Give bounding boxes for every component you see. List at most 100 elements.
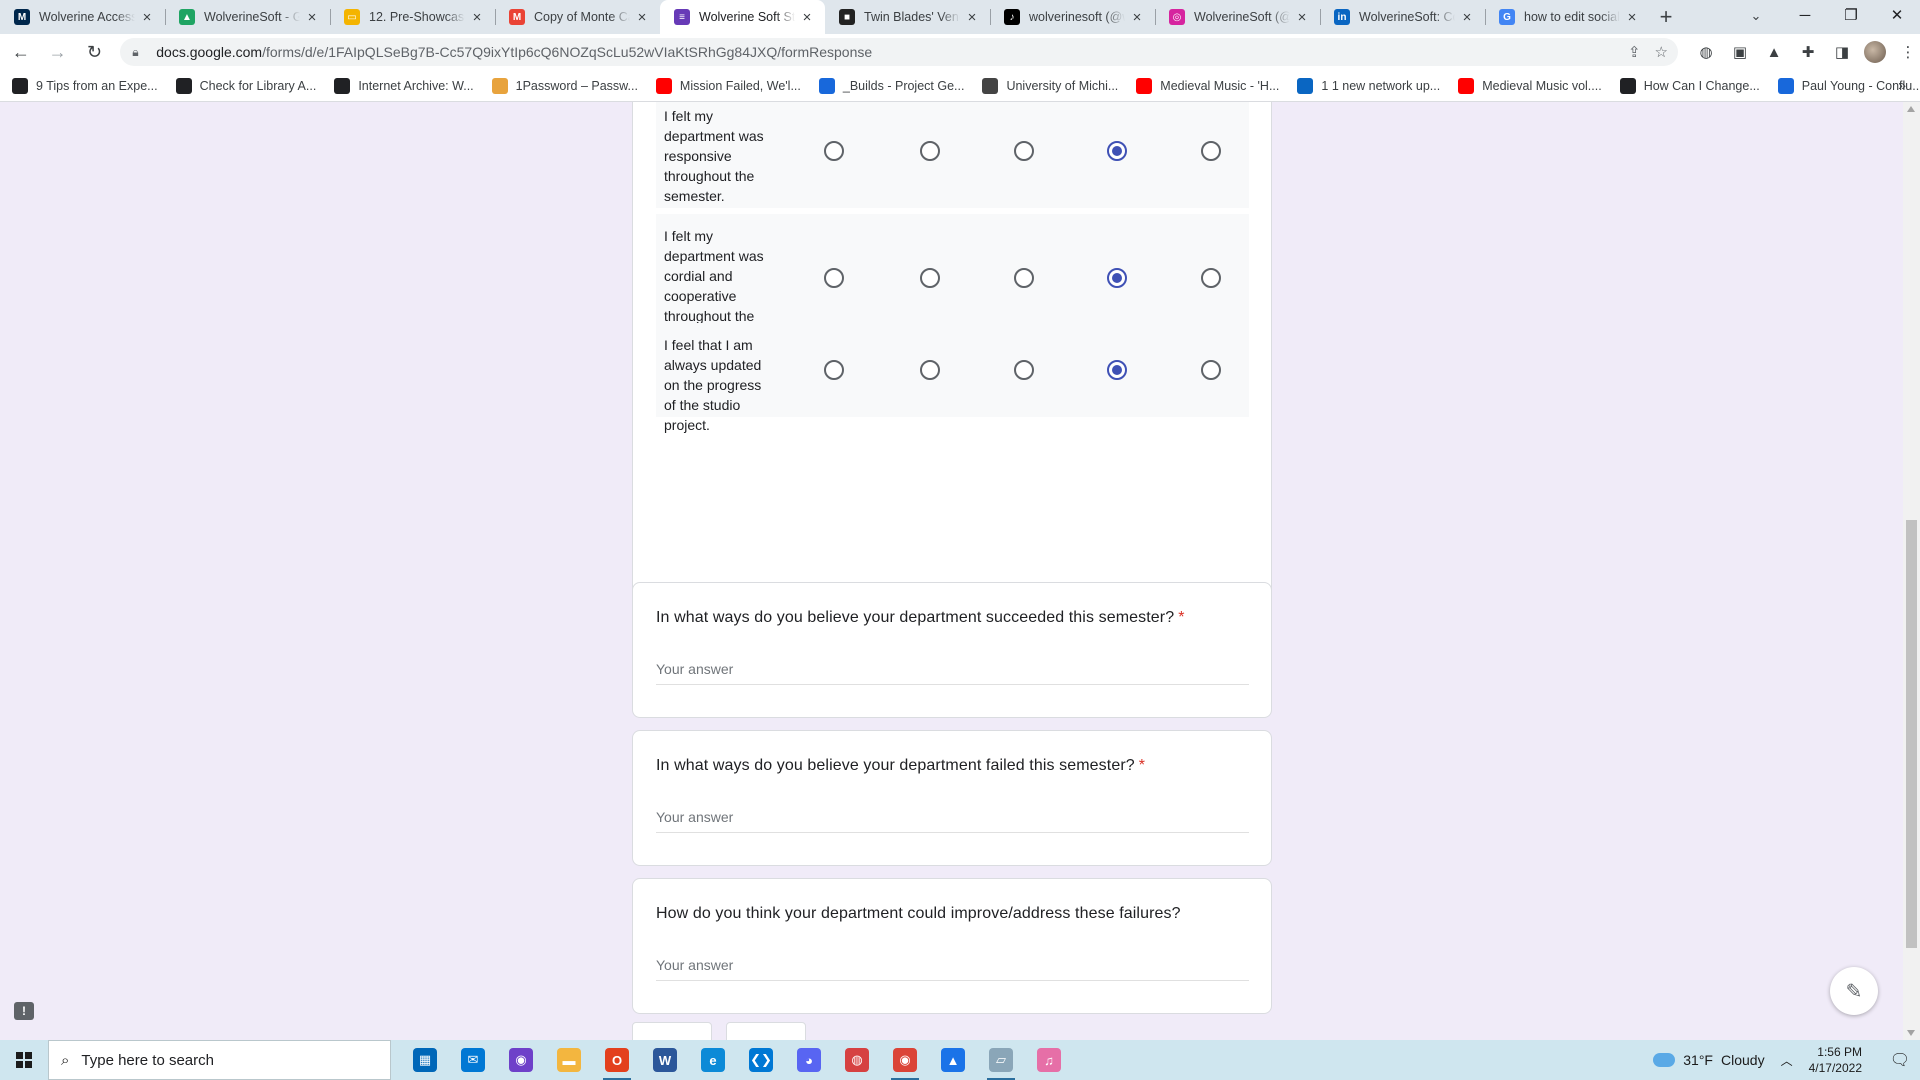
taskbar-app[interactable]: e [689, 1040, 737, 1080]
grid-radio-option[interactable] [1201, 267, 1221, 288]
close-tab-icon[interactable]: × [799, 9, 815, 26]
bookmark-item[interactable]: 1Password – Passw... [491, 77, 638, 94]
browser-tab[interactable]: ▭ 12. Pre-Showcase × [330, 0, 495, 34]
taskbar-app[interactable]: ◕ [785, 1040, 833, 1080]
taskbar-app[interactable]: ✉ [449, 1040, 497, 1080]
browser-tab[interactable]: M Wolverine Access - × [0, 0, 165, 34]
extension-triangle-icon[interactable]: ▲ [1762, 40, 1786, 64]
back-arrow-icon[interactable]: ← [5, 36, 37, 68]
bookmark-item[interactable]: Medieval Music vol.... [1458, 77, 1602, 94]
taskbar-app[interactable]: O [593, 1040, 641, 1080]
taskbar-app[interactable]: ◍ [833, 1040, 881, 1080]
page-scrollbar[interactable] [1903, 102, 1920, 1040]
bookmark-item[interactable]: Mission Failed, We'l... [655, 77, 801, 94]
notification-center-icon[interactable]: 🗨︎ [1880, 1040, 1920, 1080]
browser-tab[interactable]: ≡ Wolverine Soft Stu × [660, 0, 825, 34]
browser-tab[interactable]: ■ Twin Blades' Venge × [825, 0, 990, 34]
close-tab-icon[interactable]: × [1294, 9, 1310, 26]
browser-tab[interactable]: Ghow to edit social × [1485, 0, 1650, 34]
taskbar-app[interactable]: ◉ [881, 1040, 929, 1080]
browser-tab[interactable]: in WolverineSoft: Cor × [1320, 0, 1485, 34]
bookmark-item[interactable]: University of Michi... [982, 77, 1118, 94]
extensions-puzzle-icon[interactable]: ✚ [1796, 40, 1820, 64]
menu-kebab-icon[interactable]: ⋮ [1896, 40, 1920, 64]
grid-radio-option[interactable] [824, 267, 844, 288]
grid-radio-option[interactable] [1107, 267, 1127, 288]
close-tab-icon[interactable]: × [304, 9, 320, 26]
bookmark-item[interactable]: 1 1 new network up... [1297, 77, 1440, 94]
close-tab-icon[interactable]: × [634, 9, 650, 26]
scroll-down-arrow-icon[interactable] [1907, 1030, 1915, 1036]
google-slides-icon: ▭ [344, 9, 360, 25]
grid-radio-option[interactable] [1014, 360, 1034, 380]
taskbar-search-box[interactable]: ⌕ Type here to search [48, 1040, 391, 1080]
bookmark-item[interactable]: 9 Tips from an Expe... [12, 77, 158, 94]
browser-tab[interactable]: ♪ wolverinesoft (@w × [990, 0, 1155, 34]
clock[interactable]: 1:56 PM 4/17/2022 [1809, 1044, 1862, 1076]
bookmark-item[interactable]: Internet Archive: W... [334, 77, 474, 94]
taskbar-app[interactable]: ♫ [1025, 1040, 1073, 1080]
restore-icon[interactable]: ❐ [1828, 0, 1874, 30]
start-button[interactable] [0, 1040, 48, 1080]
close-tab-icon[interactable]: × [1459, 9, 1475, 26]
grid-radio-option[interactable] [824, 141, 844, 161]
close-window-icon[interactable]: ✕ [1874, 0, 1920, 30]
grid-radio-option[interactable] [1201, 360, 1221, 380]
clock-time: 1:56 PM [1817, 1045, 1862, 1059]
extension-globe-icon[interactable]: ◍ [1694, 40, 1718, 64]
close-tab-icon[interactable]: × [1129, 9, 1145, 26]
taskbar-app[interactable]: ❮❯ [737, 1040, 785, 1080]
taskbar-app[interactable]: ▦ [401, 1040, 449, 1080]
scrollbar-thumb[interactable] [1906, 520, 1917, 948]
close-tab-icon[interactable]: × [964, 9, 980, 26]
profile-avatar[interactable] [1864, 41, 1886, 63]
new-tab-icon[interactable]: + [1650, 0, 1682, 34]
browser-toolbar: ← → ↻ 🔒︎ docs.google.com/forms/d/e/1FAIp… [0, 34, 1920, 70]
grid-radio-option[interactable] [1107, 141, 1127, 161]
grid-radio-option[interactable] [920, 360, 940, 380]
scroll-up-arrow-icon[interactable] [1907, 106, 1915, 112]
answer-input[interactable]: Your answer [656, 661, 1249, 685]
bookmarks-overflow-icon[interactable]: » [1898, 77, 1906, 93]
grid-radio-option[interactable] [1014, 267, 1034, 288]
tray-overflow-chevron-icon[interactable]: ︿ [1781, 1052, 1793, 1069]
forward-arrow-icon[interactable]: → [42, 36, 74, 68]
side-panel-icon[interactable]: ◨ [1830, 40, 1854, 64]
close-tab-icon[interactable]: × [1624, 9, 1640, 26]
share-icon[interactable]: ⇪ [1628, 43, 1641, 61]
close-tab-icon[interactable]: × [469, 9, 485, 26]
answer-input[interactable]: Your answer [656, 809, 1249, 833]
grid-radio-option[interactable] [1201, 141, 1221, 161]
report-feedback-icon[interactable]: ! [14, 1002, 34, 1020]
bookmark-item[interactable]: Check for Library A... [175, 77, 316, 94]
bookmark-item[interactable]: Medieval Music - 'H... [1136, 77, 1279, 94]
browser-tab[interactable]: ▲ WolverineSoft - Go × [165, 0, 330, 34]
grid-radio-option[interactable] [920, 141, 940, 161]
grid-radio-option[interactable] [920, 267, 940, 288]
tab-search-chevron-icon[interactable]: ⌄ [1742, 4, 1770, 28]
address-bar[interactable]: 🔒︎ docs.google.com/forms/d/e/1FAIpQLSeBg… [120, 38, 1678, 66]
weather-widget[interactable]: 31°F Cloudy [1653, 1052, 1765, 1068]
extension-screen-icon[interactable]: ▣ [1728, 40, 1752, 64]
bookmark-item[interactable]: How Can I Change... [1619, 77, 1760, 94]
youtube-icon [1458, 77, 1475, 94]
browser-tab[interactable]: M Copy of Monte Ca × [495, 0, 660, 34]
taskbar-app[interactable]: ◉ [497, 1040, 545, 1080]
taskbar-app[interactable]: W [641, 1040, 689, 1080]
lock-icon[interactable]: 🔒︎ [132, 45, 146, 60]
answer-input[interactable]: Your answer [656, 957, 1249, 981]
browser-tab[interactable]: ◎ WolverineSoft (@w × [1155, 0, 1320, 34]
reload-icon[interactable]: ↻ [79, 36, 111, 68]
edit-pencil-icon[interactable]: ✎ [1830, 967, 1878, 1015]
taskbar-app[interactable]: ▲ [929, 1040, 977, 1080]
grid-radio-option[interactable] [1107, 360, 1127, 380]
close-tab-icon[interactable]: × [139, 9, 155, 26]
grid-radio-option[interactable] [1014, 141, 1034, 161]
bookmark-star-icon[interactable]: ☆ [1655, 43, 1668, 61]
bookmark-item[interactable]: _Builds - Project Ge... [818, 77, 964, 94]
taskbar-app[interactable]: ▱ [977, 1040, 1025, 1080]
grid-radio-option[interactable] [824, 360, 844, 380]
taskbar-app[interactable]: ▬ [545, 1040, 593, 1080]
minimize-icon[interactable]: ─ [1782, 0, 1828, 30]
form-page: I felt my department was responsive thro… [0, 102, 1920, 1040]
